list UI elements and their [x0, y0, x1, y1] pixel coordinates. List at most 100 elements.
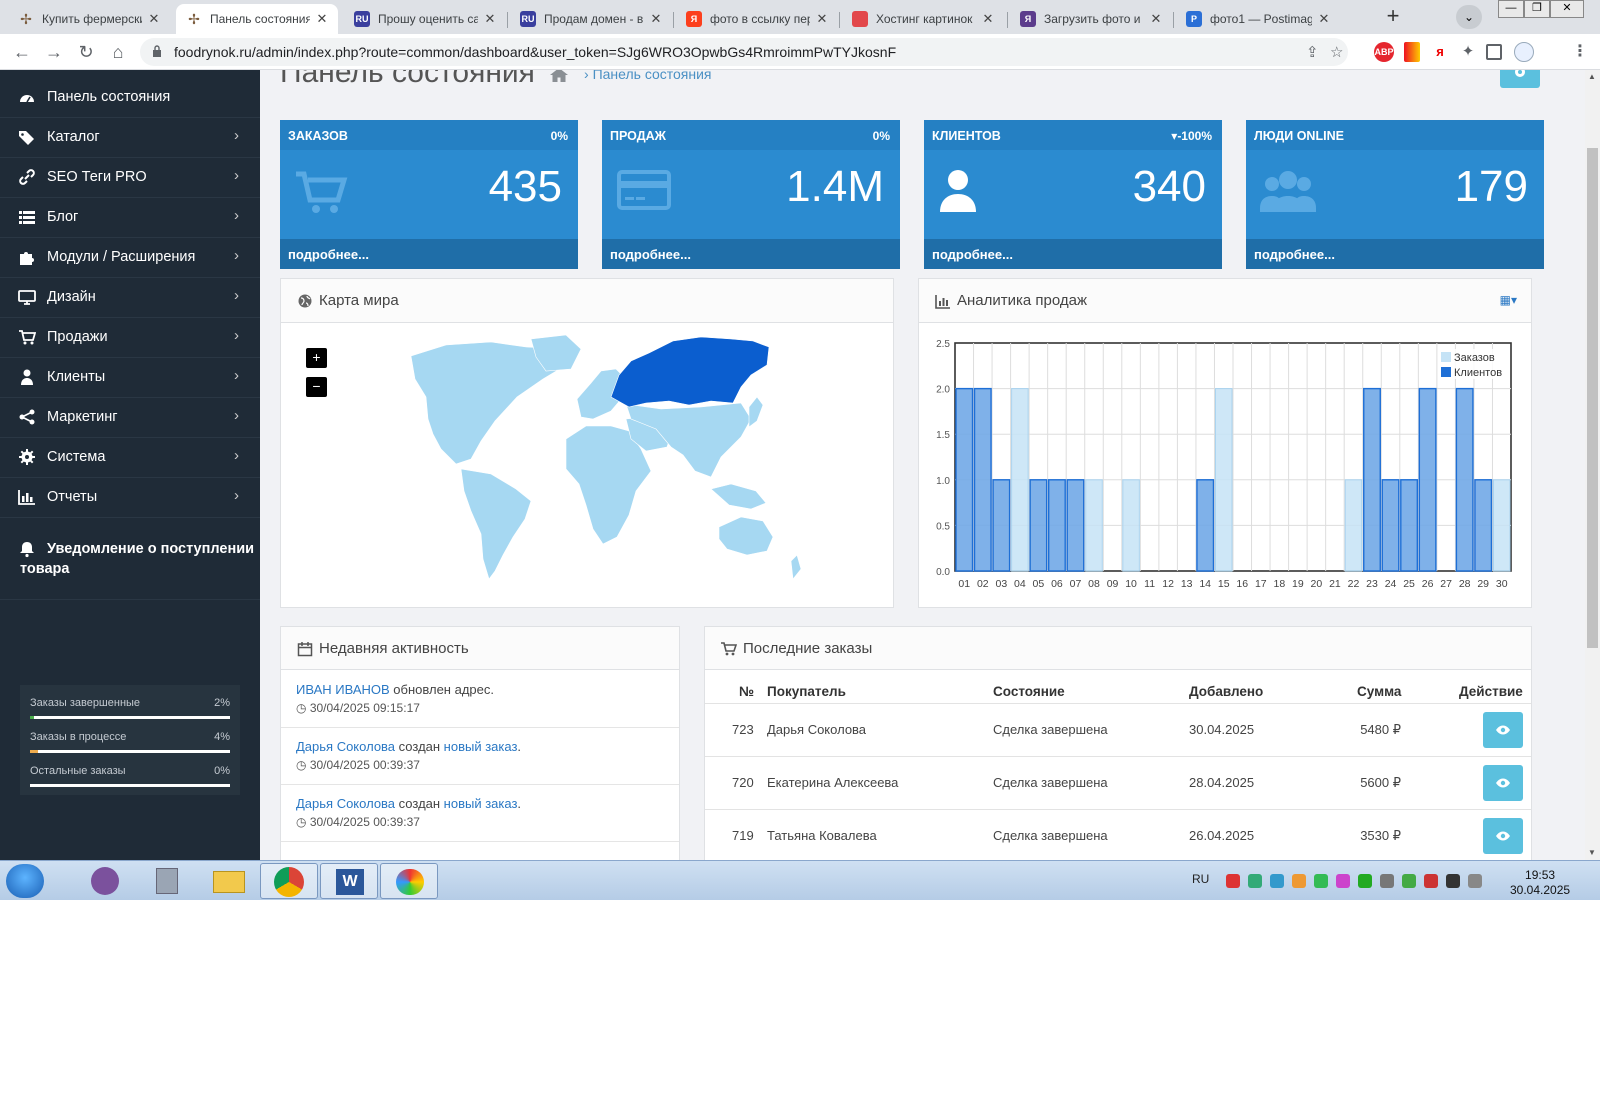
order-link[interactable]: новый заказ	[444, 739, 518, 754]
tab-close-icon[interactable]: ✕	[648, 11, 664, 27]
browser-tab[interactable]: Pфото1 — Postimage ✕	[1176, 4, 1340, 34]
viber-app-icon[interactable]	[76, 863, 134, 899]
reload-button[interactable]: ↻	[74, 40, 98, 64]
bar-orders[interactable]	[1011, 388, 1029, 572]
bar-clients[interactable]	[1418, 387, 1437, 572]
address-bar[interactable]: foodrynok.ru/admin/index.php?route=commo…	[140, 38, 1348, 66]
view-order-button[interactable]	[1483, 818, 1523, 854]
extensions-puzzle-icon[interactable]: ✦	[1458, 42, 1478, 62]
bar-orders[interactable]	[1214, 388, 1233, 572]
tray-icon[interactable]	[1468, 874, 1482, 888]
bar-clients[interactable]	[1047, 479, 1066, 572]
new-tab-button[interactable]: +	[1378, 4, 1408, 30]
sidebar-item-2[interactable]: Каталог ›	[0, 118, 260, 158]
sidebar-item-11[interactable]: Отчеты ›	[0, 478, 260, 518]
customer-link[interactable]: ИВАН ИВАНОВ	[296, 682, 390, 697]
home-button[interactable]: ⌂	[106, 40, 130, 64]
order-link[interactable]: новый заказ	[444, 796, 518, 811]
bar-orders[interactable]	[1344, 479, 1363, 572]
browser-tab[interactable]: Яфото в ссылку пере ✕	[676, 4, 838, 34]
sidebar-item-10[interactable]: Система ›	[0, 438, 260, 478]
adblock-extension-icon[interactable]: ABP	[1374, 42, 1394, 62]
customer-link[interactable]: Дарья Соколова	[296, 796, 395, 811]
calendar-dropdown-icon[interactable]: ▦▾	[1500, 293, 1517, 307]
tab-close-icon[interactable]: ✕	[814, 11, 830, 27]
col-header-status[interactable]: Состояние	[993, 684, 1065, 699]
col-header-added[interactable]: Добавлено	[1189, 684, 1263, 699]
bar-orders[interactable]	[1492, 479, 1511, 572]
sidebar-item-4[interactable]: Блог ›	[0, 198, 260, 238]
word-app-icon[interactable]: W	[320, 863, 378, 899]
calculator-app-icon[interactable]	[138, 863, 196, 899]
tray-icon[interactable]	[1358, 874, 1372, 888]
bar-clients[interactable]	[1363, 387, 1381, 572]
bar-clients[interactable]	[1474, 479, 1493, 572]
home-icon[interactable]	[550, 70, 568, 82]
scroll-down-arrow-icon[interactable]: ▼	[1588, 848, 1596, 857]
tray-icon[interactable]	[1248, 874, 1262, 888]
tray-icon[interactable]	[1314, 874, 1328, 888]
col-header-buyer[interactable]: Покупатель	[767, 684, 846, 699]
tab-close-icon[interactable]: ✕	[980, 11, 996, 27]
forward-button[interactable]: →	[42, 40, 66, 64]
bar-clients[interactable]	[973, 387, 992, 572]
tab-close-icon[interactable]: ✕	[314, 11, 330, 27]
browser-tab[interactable]: RU Прошу оценить сай ✕	[344, 4, 506, 34]
bar-clients[interactable]	[1029, 479, 1048, 572]
tray-icon[interactable]	[1424, 874, 1438, 888]
settings-button[interactable]	[1500, 70, 1540, 88]
share-icon[interactable]: ⇪	[1306, 43, 1319, 61]
close-window-button[interactable]: ✕	[1550, 0, 1584, 18]
sidebar-item-1[interactable]: Панель состояния	[0, 78, 260, 118]
bar-orders[interactable]	[1122, 479, 1140, 572]
world-map[interactable]	[281, 279, 895, 609]
maximize-button[interactable]: ❐	[1524, 0, 1550, 18]
browser-tab[interactable]: RU Продам домен - вы ✕	[510, 4, 672, 34]
flag-extension-icon[interactable]	[1404, 42, 1420, 62]
customer-link[interactable]: Дарья Соколова	[296, 739, 395, 754]
browser-tab[interactable]: ✢ Панель состояния ✕	[176, 4, 338, 34]
bar-clients[interactable]	[1196, 479, 1215, 572]
minimize-button[interactable]: —	[1498, 0, 1524, 18]
sidebar-item-7[interactable]: Продажи ›	[0, 318, 260, 358]
language-indicator[interactable]: RU	[1192, 872, 1209, 886]
view-order-button[interactable]	[1483, 712, 1523, 748]
tile-footer-link[interactable]: подробнее...	[602, 239, 900, 269]
bar-clients[interactable]	[1381, 479, 1400, 572]
taskbar-clock[interactable]: 19:53 30.04.2025	[1510, 868, 1570, 898]
tab-close-icon[interactable]: ✕	[1316, 11, 1332, 27]
tile-more-link[interactable]: подробнее...	[610, 247, 691, 262]
tile-footer-link[interactable]: подробнее...	[1246, 239, 1544, 269]
tab-close-icon[interactable]: ✕	[482, 11, 498, 27]
tile-footer-link[interactable]: подробнее...	[924, 239, 1222, 269]
sidebar-item-stock-notify[interactable]: Уведомление о поступлении товара	[0, 530, 260, 600]
tray-icon[interactable]	[1336, 874, 1350, 888]
tray-icon[interactable]	[1292, 874, 1306, 888]
bar-clients[interactable]	[955, 387, 974, 572]
tab-close-icon[interactable]: ✕	[1148, 11, 1164, 27]
sidebar-item-8[interactable]: Клиенты ›	[0, 358, 260, 398]
bar-clients[interactable]	[992, 479, 1011, 572]
browser-tab[interactable]: Хостинг картинок I ✕	[842, 4, 1004, 34]
tile-footer-link[interactable]: подробнее...	[280, 239, 578, 269]
side-panel-icon[interactable]	[1486, 44, 1502, 60]
tile-more-link[interactable]: подробнее...	[288, 247, 369, 262]
tab-search-button[interactable]: ⌄	[1456, 5, 1482, 29]
breadcrumb[interactable]: › Панель состояния	[584, 70, 712, 82]
explorer-app-icon[interactable]	[200, 863, 258, 899]
paint-app-icon[interactable]	[380, 863, 438, 899]
bookmark-star-icon[interactable]: ☆	[1330, 43, 1343, 61]
tab-close-icon[interactable]: ✕	[146, 11, 162, 27]
tray-icon[interactable]	[1380, 874, 1394, 888]
tray-icon[interactable]	[1226, 874, 1240, 888]
start-button[interactable]	[6, 864, 44, 898]
sidebar-item-3[interactable]: SEO Теги PRO ›	[0, 158, 260, 198]
back-button[interactable]: ←	[10, 40, 34, 64]
bar-clients[interactable]	[1455, 387, 1474, 572]
browser-tab[interactable]: Я Загрузить фото и п ✕	[1010, 4, 1172, 34]
tray-icon[interactable]	[1402, 874, 1416, 888]
scroll-up-arrow-icon[interactable]: ▲	[1588, 72, 1596, 81]
breadcrumb-current[interactable]: Панель состояния	[593, 70, 712, 82]
scrollbar-thumb[interactable]	[1587, 148, 1598, 648]
view-order-button[interactable]	[1483, 765, 1523, 801]
